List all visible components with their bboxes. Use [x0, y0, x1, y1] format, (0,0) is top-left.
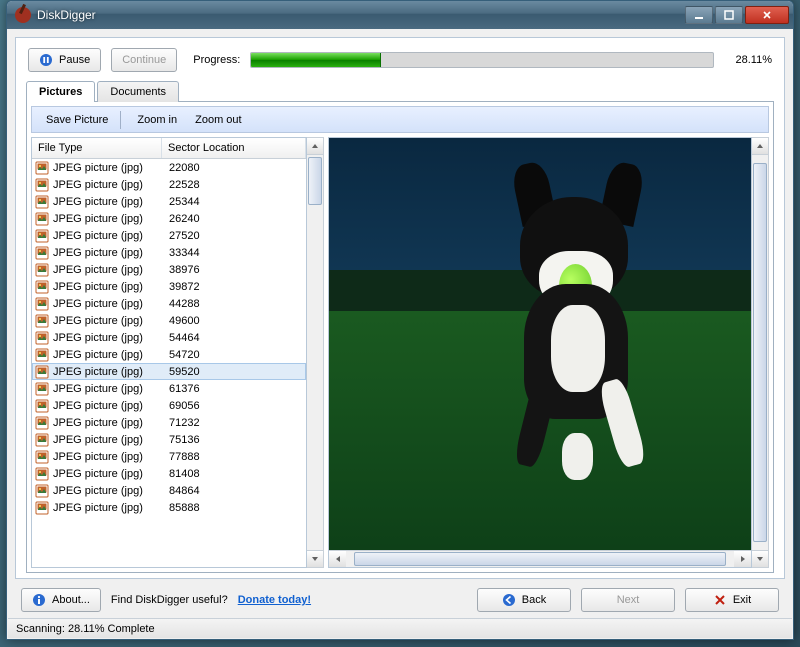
scroll-thumb[interactable] — [308, 157, 322, 205]
jpeg-file-icon — [35, 348, 49, 362]
pause-icon — [39, 53, 53, 67]
jpeg-file-icon — [35, 365, 49, 379]
exit-icon — [713, 593, 727, 607]
jpeg-file-icon — [35, 297, 49, 311]
table-row[interactable]: JPEG picture (jpg)71232 — [32, 414, 306, 431]
info-icon — [32, 593, 46, 607]
status-bar: Scanning: 28.11% Complete — [8, 618, 792, 638]
table-row[interactable]: JPEG picture (jpg)69056 — [32, 397, 306, 414]
app-window: DiskDigger Pause Continue Progress: 28.1… — [6, 0, 794, 640]
table-row[interactable]: JPEG picture (jpg)84864 — [32, 482, 306, 499]
scroll-down-icon[interactable] — [307, 550, 323, 567]
jpeg-file-icon — [35, 433, 49, 447]
table-row[interactable]: JPEG picture (jpg)26240 — [32, 210, 306, 227]
save-picture-button[interactable]: Save Picture — [36, 112, 114, 128]
minimize-button[interactable] — [685, 6, 713, 24]
table-row[interactable]: JPEG picture (jpg)85888 — [32, 499, 306, 516]
list-scrollbar[interactable] — [307, 137, 324, 568]
table-row[interactable]: JPEG picture (jpg)61376 — [32, 380, 306, 397]
exit-button[interactable]: Exit — [685, 588, 779, 612]
titlebar[interactable]: DiskDigger — [7, 1, 793, 29]
list-header[interactable]: File Type Sector Location — [32, 138, 306, 159]
jpeg-file-icon — [35, 195, 49, 209]
zoom-in-button[interactable]: Zoom in — [127, 112, 183, 128]
jpeg-file-icon — [35, 382, 49, 396]
jpeg-file-icon — [35, 450, 49, 464]
status-text: Scanning: 28.11% Complete — [16, 623, 155, 635]
table-row[interactable]: JPEG picture (jpg)59520 — [32, 363, 306, 380]
table-row[interactable]: JPEG picture (jpg)25344 — [32, 193, 306, 210]
progress-bar — [250, 52, 714, 68]
donate-link[interactable]: Donate today! — [238, 594, 311, 606]
continue-button[interactable]: Continue — [111, 48, 177, 72]
col-sector[interactable]: Sector Location — [162, 138, 306, 158]
jpeg-file-icon — [35, 331, 49, 345]
table-row[interactable]: JPEG picture (jpg)54720 — [32, 346, 306, 363]
table-row[interactable]: JPEG picture (jpg)54464 — [32, 329, 306, 346]
tab-pictures[interactable]: Pictures — [26, 81, 95, 102]
table-row[interactable]: JPEG picture (jpg)38976 — [32, 261, 306, 278]
preview-pane — [328, 137, 752, 568]
next-button[interactable]: Next — [581, 588, 675, 612]
table-row[interactable]: JPEG picture (jpg)49600 — [32, 312, 306, 329]
bottom-bar: About... Find DiskDigger useful? Donate … — [15, 583, 785, 617]
preview-image — [329, 138, 751, 550]
jpeg-file-icon — [35, 212, 49, 226]
about-button[interactable]: About... — [21, 588, 101, 612]
table-row[interactable]: JPEG picture (jpg)22528 — [32, 176, 306, 193]
progress-label: Progress: — [193, 54, 240, 66]
jpeg-file-icon — [35, 501, 49, 515]
content-frame: Pause Continue Progress: 28.11% Pictures… — [15, 37, 785, 579]
hscroll-thumb[interactable] — [354, 552, 726, 566]
scroll-left-icon[interactable] — [329, 551, 346, 567]
jpeg-file-icon — [35, 416, 49, 430]
jpeg-file-icon — [35, 314, 49, 328]
useful-text: Find DiskDigger useful? — [111, 594, 228, 606]
table-row[interactable]: JPEG picture (jpg)75136 — [32, 431, 306, 448]
col-filetype[interactable]: File Type — [32, 138, 162, 158]
jpeg-file-icon — [35, 399, 49, 413]
table-row[interactable]: JPEG picture (jpg)33344 — [32, 244, 306, 261]
preview-vscrollbar[interactable] — [752, 137, 769, 568]
tab-body: Save Picture Zoom in Zoom out File Type — [26, 101, 774, 573]
back-icon — [502, 593, 516, 607]
scroll-right-icon[interactable] — [734, 551, 751, 567]
table-row[interactable]: JPEG picture (jpg)39872 — [32, 278, 306, 295]
jpeg-file-icon — [35, 280, 49, 294]
scroll-up-icon[interactable] — [307, 138, 323, 155]
jpeg-file-icon — [35, 229, 49, 243]
progress-percent: 28.11% — [724, 54, 772, 66]
results-list[interactable]: File Type Sector Location JPEG picture (… — [31, 137, 307, 568]
jpeg-file-icon — [35, 161, 49, 175]
jpeg-file-icon — [35, 246, 49, 260]
jpeg-file-icon — [35, 484, 49, 498]
table-row[interactable]: JPEG picture (jpg)22080 — [32, 159, 306, 176]
maximize-button[interactable] — [715, 6, 743, 24]
preview-hscrollbar[interactable] — [329, 550, 751, 567]
table-row[interactable]: JPEG picture (jpg)27520 — [32, 227, 306, 244]
close-button[interactable] — [745, 6, 789, 24]
table-row[interactable]: JPEG picture (jpg)77888 — [32, 448, 306, 465]
table-row[interactable]: JPEG picture (jpg)81408 — [32, 465, 306, 482]
pause-button[interactable]: Pause — [28, 48, 101, 72]
jpeg-file-icon — [35, 178, 49, 192]
table-row[interactable]: JPEG picture (jpg)44288 — [32, 295, 306, 312]
jpeg-file-icon — [35, 467, 49, 481]
toolbar: Save Picture Zoom in Zoom out — [31, 106, 769, 133]
window-title: DiskDigger — [37, 8, 685, 22]
zoom-out-button[interactable]: Zoom out — [185, 112, 247, 128]
tab-documents[interactable]: Documents — [97, 81, 179, 102]
jpeg-file-icon — [35, 263, 49, 277]
app-icon — [15, 7, 31, 23]
back-button[interactable]: Back — [477, 588, 571, 612]
